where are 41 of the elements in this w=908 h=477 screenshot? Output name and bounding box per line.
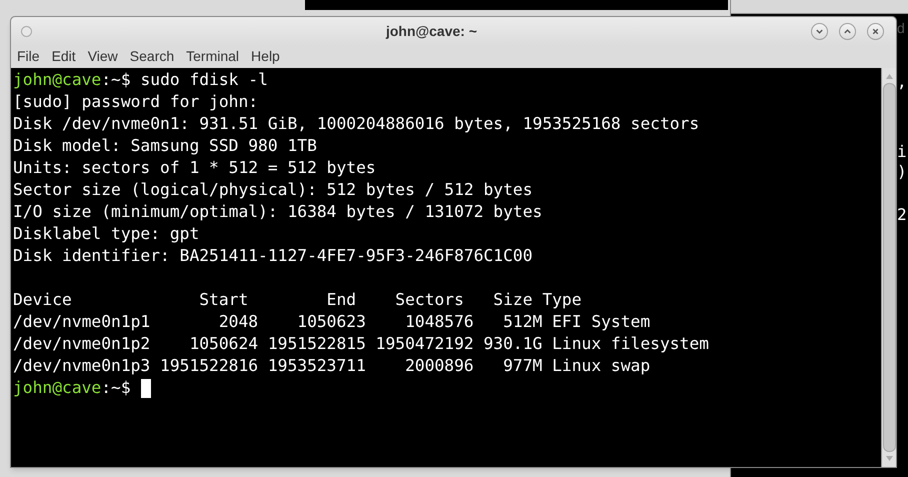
- output-line: Sector size (logical/physical): 512 bytes / 512 bytes: [13, 179, 533, 201]
- menu-item[interactable]: Search: [130, 46, 174, 67]
- output-line: Disk model: Samsung SSD 980 1TB: [13, 135, 317, 157]
- maximize-button[interactable]: [839, 22, 856, 40]
- menu-item[interactable]: Help: [251, 46, 280, 67]
- scroll-down-icon[interactable]: [886, 456, 892, 461]
- prompt-path: :~$: [101, 376, 131, 399]
- menu-item[interactable]: View: [88, 46, 118, 67]
- text-cursor: [140, 378, 151, 398]
- output-line: /dev/nvme0n1p3 1951522816 1953523711 2000896 977M Linux swap: [13, 355, 650, 377]
- prompt-user: john@cave: [13, 376, 102, 399]
- chevron-down-icon: [815, 26, 824, 36]
- background-text-fragment: i: [897, 142, 907, 162]
- window-menu-icon[interactable]: [21, 26, 32, 36]
- window-title: john@cave: ~: [386, 22, 478, 41]
- minimize-button[interactable]: [811, 22, 828, 40]
- chevron-up-icon: [843, 26, 852, 36]
- command-text: sudo fdisk -l: [139, 68, 268, 91]
- scrollbar[interactable]: [881, 68, 896, 467]
- output-line: Disklabel type: gpt: [13, 223, 200, 245]
- background-text-fragment: 2: [897, 205, 907, 225]
- output-line: Disk identifier: BA251411-1127-4FE7-95F3-246F876C1C00: [13, 245, 533, 267]
- scrollbar-thumb[interactable]: [882, 83, 896, 452]
- output-line: /dev/nvme0n1p2 1050624 1951522815 1950472192 930.1G Linux filesystem: [13, 333, 709, 355]
- background-title-fragment: d: [897, 19, 905, 38]
- menu-item[interactable]: File: [17, 46, 40, 67]
- output-line: Units: sectors of 1 * 512 = 512 bytes: [13, 157, 376, 179]
- close-button[interactable]: [867, 22, 884, 40]
- output-line: /dev/nvme0n1p1 2048 1050623 1048576 512M EFI System: [13, 311, 650, 333]
- prompt-user: john@cave: [13, 68, 102, 91]
- close-icon: [871, 26, 880, 36]
- menu-item[interactable]: Edit: [52, 46, 76, 67]
- output-line: Device Start End Sectors Size Type: [13, 289, 582, 311]
- menu-item[interactable]: Terminal: [186, 46, 240, 67]
- output-line: Disk /dev/nvme0n1: 931.51 GiB, 1000204886016 bytes, 1953525168 sectors: [13, 113, 700, 135]
- background-text-fragment: ): [897, 162, 907, 182]
- output-line: [sudo] password for john:: [13, 91, 258, 113]
- background-text-fragment: ,: [897, 72, 907, 92]
- scroll-up-icon[interactable]: [886, 74, 892, 79]
- prompt-path: :~$: [101, 68, 131, 91]
- output-line: I/O size (minimum/optimal): 16384 bytes / 131072 bytes: [13, 201, 542, 223]
